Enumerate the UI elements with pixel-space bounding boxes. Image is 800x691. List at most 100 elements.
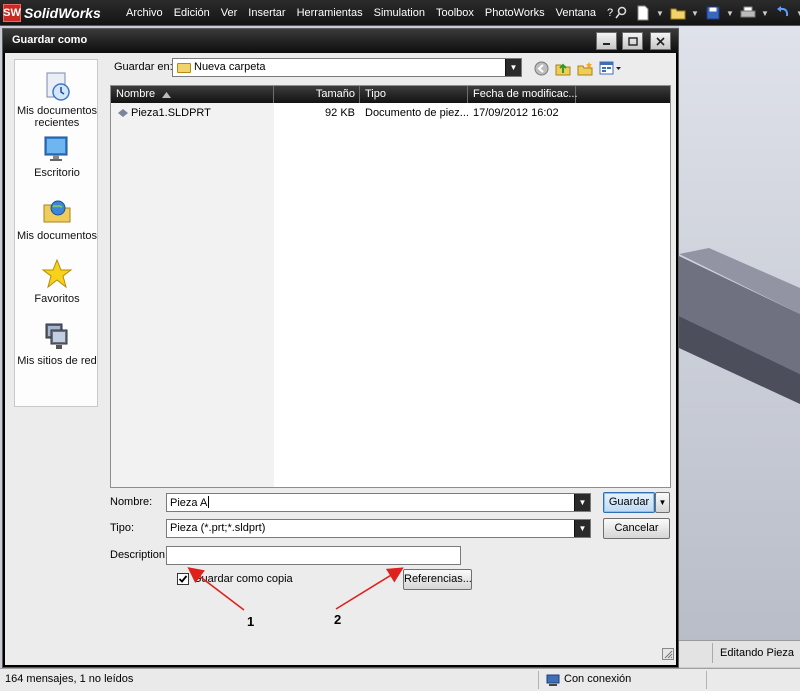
chevron-down-icon[interactable]: ▼ [761, 4, 769, 22]
undo-icon[interactable] [774, 4, 792, 22]
open-folder-icon[interactable] [669, 4, 687, 22]
name-column-highlight [111, 103, 274, 487]
menu-insertar[interactable]: Insertar [248, 7, 285, 19]
my-documents-icon [41, 195, 73, 227]
menu-toolbox[interactable]: Toolbox [436, 7, 474, 19]
solidworks-logo[interactable]: SW SolidWorks [3, 3, 115, 23]
dialog-title: Guardar como [12, 34, 88, 46]
chevron-down-icon[interactable]: ▼ [574, 520, 590, 537]
resize-grip[interactable] [662, 648, 674, 660]
chevron-down-icon[interactable]: ▼ [505, 59, 521, 76]
print-icon[interactable] [739, 4, 757, 22]
place-label: Favoritos [34, 293, 80, 305]
minimize-button[interactable] [596, 32, 617, 50]
place-favorites[interactable]: Favoritos [15, 258, 99, 305]
chevron-down-icon[interactable]: ▼ [691, 4, 699, 22]
column-header-type[interactable]: Tipo [360, 86, 468, 103]
menu-ver[interactable]: Ver [221, 7, 238, 19]
save-as-copy-checkbox[interactable] [177, 573, 189, 585]
save-in-combo[interactable]: Nueva carpeta ▼ [172, 58, 522, 77]
network-connection-icon [546, 674, 560, 686]
save-as-dialog: Guardar como Mis documentos recientes Es… [2, 28, 679, 668]
connection-status: Con conexión [564, 673, 632, 685]
dialog-body: Mis documentos recientes Escritorio Mis … [5, 53, 676, 665]
maximize-icon [627, 36, 638, 46]
chevron-down-icon[interactable]: ▼ [726, 4, 734, 22]
dialog-titlebar[interactable]: Guardar como [3, 29, 678, 53]
save-in-label: Guardar en: [114, 61, 173, 73]
cancel-button[interactable]: Cancelar [603, 518, 670, 539]
quick-access-toolbar: ▼ ▼ ▼ ▼ ▼ [612, 3, 800, 23]
description-input[interactable] [166, 546, 461, 565]
file-name-input[interactable]: Pieza A ▼ [166, 493, 591, 512]
chevron-down-icon: ▼ [658, 498, 667, 507]
view-menu-icon[interactable] [599, 60, 621, 76]
status-separator [538, 671, 539, 689]
save-button[interactable]: Guardar [603, 492, 655, 513]
menu-archivo[interactable]: Archivo [126, 7, 163, 19]
menu-photoworks[interactable]: PhotoWorks [485, 7, 545, 19]
file-type-select[interactable]: Pieza (*.prt;*.sldprt) ▼ [166, 519, 591, 538]
file-type: Documento de piez... [365, 107, 469, 119]
file-name-label: Nombre: [110, 496, 153, 508]
place-label: Mis sitios de red [17, 355, 97, 367]
back-icon[interactable] [533, 60, 549, 76]
file-list[interactable]: Nombre Tamaño Tipo Fecha de modificac...… [110, 85, 671, 488]
part-file-icon [118, 109, 128, 117]
chevron-down-icon[interactable]: ▼ [574, 494, 590, 511]
solidworks-logo-text: SolidWorks [24, 5, 101, 21]
file-type-value: Pieza (*.prt;*.sldprt) [170, 522, 266, 534]
annotation-number-1: 1 [247, 614, 255, 629]
new-folder-icon[interactable] [577, 60, 593, 76]
favorites-star-icon [41, 258, 73, 290]
status-separator [706, 671, 707, 689]
resize-grip-icon [664, 650, 673, 659]
graphics-viewport[interactable] [679, 26, 800, 640]
pin-icon[interactable] [612, 4, 630, 22]
save-disk-icon[interactable] [704, 4, 722, 22]
save-as-copy-label: Guardar como copia [193, 573, 293, 585]
description-label: Description: [110, 549, 169, 561]
place-my-documents[interactable]: Mis documentos [15, 195, 99, 242]
menu-simulation[interactable]: Simulation [374, 7, 425, 19]
minimize-icon [603, 42, 610, 45]
status-bar: 164 mensajes, 1 no leídos Con conexión [0, 668, 800, 691]
maximize-button[interactable] [622, 32, 643, 50]
main-menu: Archivo Edición Ver Insertar Herramienta… [126, 0, 624, 26]
chevron-down-icon[interactable]: ▼ [796, 4, 800, 22]
save-options-button[interactable]: ▼ [655, 492, 670, 513]
recent-documents-icon [41, 70, 73, 102]
network-places-icon [41, 320, 73, 352]
place-desktop[interactable]: Escritorio [15, 132, 99, 179]
annotation-number-2: 2 [334, 612, 342, 627]
file-date: 17/09/2012 16:02 [473, 107, 559, 119]
column-header-name[interactable]: Nombre [111, 86, 274, 103]
column-header-size[interactable]: Tamaño [274, 86, 360, 103]
menu-herramientas[interactable]: Herramientas [297, 7, 363, 19]
menu-edicion[interactable]: Edición [174, 7, 210, 19]
save-in-value: Nueva carpeta [194, 61, 266, 73]
column-header-date[interactable]: Fecha de modificac... [468, 86, 578, 103]
file-list-header: Nombre Tamaño Tipo Fecha de modificac... [111, 86, 670, 103]
sort-ascending-icon [162, 92, 171, 98]
new-document-icon[interactable] [634, 4, 652, 22]
place-network[interactable]: Mis sitios de red [15, 320, 99, 367]
text-caret [208, 496, 210, 508]
menu-ventana[interactable]: Ventana [556, 7, 596, 19]
place-label: Escritorio [34, 167, 80, 179]
edit-mode-status: Editando Pieza [712, 643, 798, 663]
references-button[interactable]: Referencias... [403, 569, 472, 590]
solidworks-logo-icon: SW [3, 4, 21, 22]
folder-icon [177, 63, 191, 73]
column-header-label: Nombre [116, 88, 156, 100]
navigation-icons [533, 59, 627, 77]
desktop-icon [41, 132, 73, 164]
up-folder-icon[interactable] [555, 60, 571, 76]
file-name: Pieza1.SLDPRT [131, 107, 211, 119]
chevron-down-icon[interactable]: ▼ [656, 4, 664, 22]
solidworks-menubar: SW SolidWorks Archivo Edición Ver Insert… [0, 0, 800, 26]
file-row[interactable]: Pieza1.SLDPRT 92 KB Documento de piez...… [111, 106, 670, 121]
close-button[interactable] [650, 32, 671, 50]
messages-status: 164 mensajes, 1 no leídos [5, 673, 134, 685]
place-recent-documents[interactable]: Mis documentos recientes [15, 70, 99, 129]
